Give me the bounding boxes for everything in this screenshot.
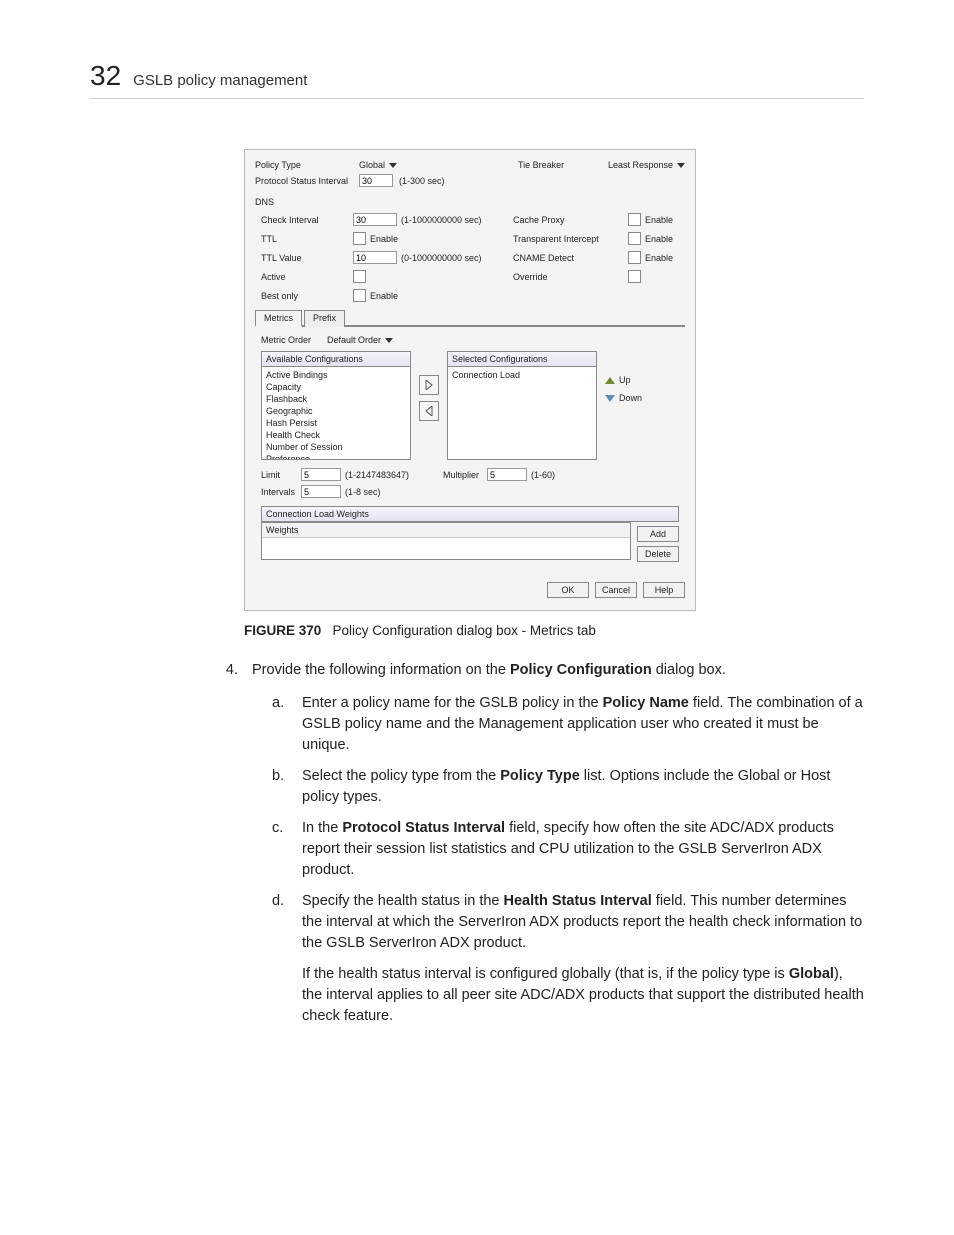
best-only-checkbox[interactable]	[353, 289, 366, 302]
add-button[interactable]: Add	[637, 526, 679, 542]
chevron-right-icon	[425, 380, 433, 390]
move-down-button[interactable]: Down	[605, 393, 642, 403]
limit-input[interactable]	[301, 468, 341, 481]
check-interval-range: (1-1000000000 sec)	[401, 215, 482, 225]
tab-metrics[interactable]: Metrics	[255, 310, 302, 327]
triangle-down-icon	[605, 395, 615, 402]
check-interval-label: Check Interval	[261, 215, 353, 225]
delete-button[interactable]: Delete	[637, 546, 679, 562]
ttl-checkbox[interactable]	[353, 232, 366, 245]
list-item[interactable]: Hash Persist	[266, 417, 406, 429]
available-configurations-header: Available Configurations	[261, 351, 411, 366]
protocol-status-interval-range: (1-300 sec)	[399, 176, 445, 186]
list-item[interactable]: Preference	[266, 453, 406, 460]
list-item[interactable]: Number of Session	[266, 441, 406, 453]
chevron-left-icon	[425, 406, 433, 416]
active-label: Active	[261, 272, 353, 282]
policy-config-dialog: Policy Type Global Tie Breaker Least Res…	[244, 149, 696, 611]
intervals-input[interactable]	[301, 485, 341, 498]
substep-letter: a.	[252, 693, 288, 756]
tie-breaker-label: Tie Breaker	[518, 160, 578, 170]
metric-order-select[interactable]: Default Order	[327, 335, 393, 345]
cancel-button[interactable]: Cancel	[595, 582, 637, 598]
check-interval-input[interactable]	[353, 213, 397, 226]
move-up-button[interactable]: Up	[605, 375, 642, 385]
chevron-down-icon	[677, 163, 685, 168]
list-item[interactable]: Geographic	[266, 405, 406, 417]
protocol-status-interval-input[interactable]	[359, 174, 393, 187]
tab-bar: Metrics Prefix	[255, 308, 685, 327]
chevron-down-icon	[389, 163, 397, 168]
chevron-down-icon	[385, 338, 393, 343]
list-item[interactable]: Flashback	[266, 393, 406, 405]
selected-configurations-list[interactable]: Connection Load	[447, 366, 597, 460]
cache-proxy-label: Cache Proxy	[513, 215, 628, 225]
connection-load-weights-header: Connection Load Weights	[261, 506, 679, 522]
policy-type-label: Policy Type	[255, 160, 353, 170]
list-item[interactable]: Active Bindings	[266, 369, 406, 381]
metric-order-label: Metric Order	[261, 335, 321, 345]
substep-a: Enter a policy name for the GSLB policy …	[302, 693, 864, 756]
figure-caption: FIGURE 370 Policy Configuration dialog b…	[244, 623, 864, 638]
ttl-value-range: (0-1000000000 sec)	[401, 253, 482, 263]
figure-number: FIGURE 370	[244, 623, 321, 638]
cache-proxy-checkbox[interactable]	[628, 213, 641, 226]
list-item[interactable]: Capacity	[266, 381, 406, 393]
move-right-button[interactable]	[419, 375, 439, 395]
ttl-value-label: TTL Value	[261, 253, 353, 263]
override-label: Override	[513, 272, 628, 282]
tab-prefix[interactable]: Prefix	[304, 310, 345, 327]
intervals-label: Intervals	[261, 487, 297, 497]
multiplier-label: Multiplier	[443, 470, 483, 480]
step-number: 4.	[220, 660, 238, 1037]
ttl-value-input[interactable]	[353, 251, 397, 264]
multiplier-input[interactable]	[487, 468, 527, 481]
substep-c: In the Protocol Status Interval field, s…	[302, 818, 864, 881]
cname-detect-checkbox[interactable]	[628, 251, 641, 264]
weights-column-header: Weights	[262, 523, 630, 538]
best-only-label: Best only	[261, 291, 353, 301]
override-checkbox[interactable]	[628, 270, 641, 283]
policy-type-select[interactable]: Global	[359, 160, 397, 170]
substep-d: Specify the health status in the Health …	[302, 891, 864, 1027]
page-number: 32	[90, 60, 121, 92]
page-header: 32 GSLB policy management	[90, 60, 864, 99]
list-item[interactable]: Connection Load	[452, 369, 592, 381]
limit-range: (1-2147483647)	[345, 470, 423, 480]
list-item[interactable]: Health Check	[266, 429, 406, 441]
step-intro: Provide the following information on the…	[252, 660, 864, 1037]
page-title: GSLB policy management	[133, 72, 307, 89]
active-checkbox[interactable]	[353, 270, 366, 283]
selected-configurations-header: Selected Configurations	[447, 351, 597, 366]
substep-letter: b.	[252, 766, 288, 808]
help-button[interactable]: Help	[643, 582, 685, 598]
protocol-status-interval-label: Protocol Status Interval	[255, 176, 353, 186]
substep-letter: d.	[252, 891, 288, 1027]
move-left-button[interactable]	[419, 401, 439, 421]
multiplier-range: (1-60)	[531, 470, 555, 480]
limit-label: Limit	[261, 470, 297, 480]
dns-section-label: DNS	[255, 197, 685, 207]
available-configurations-list[interactable]: Active Bindings Capacity Flashback Geogr…	[261, 366, 411, 460]
cname-detect-label: CNAME Detect	[513, 253, 628, 263]
figure-caption-text: Policy Configuration dialog box - Metric…	[333, 623, 596, 638]
substep-b: Select the policy type from the Policy T…	[302, 766, 864, 808]
triangle-up-icon	[605, 377, 615, 384]
transparent-intercept-label: Transparent Intercept	[513, 234, 628, 244]
intervals-range: (1-8 sec)	[345, 487, 381, 497]
body-text: 4. Provide the following information on …	[220, 660, 864, 1037]
tie-breaker-select[interactable]: Least Response	[608, 160, 685, 170]
ttl-label: TTL	[261, 234, 353, 244]
ok-button[interactable]: OK	[547, 582, 589, 598]
weights-list[interactable]: Weights	[261, 522, 631, 560]
transparent-intercept-checkbox[interactable]	[628, 232, 641, 245]
substep-letter: c.	[252, 818, 288, 881]
